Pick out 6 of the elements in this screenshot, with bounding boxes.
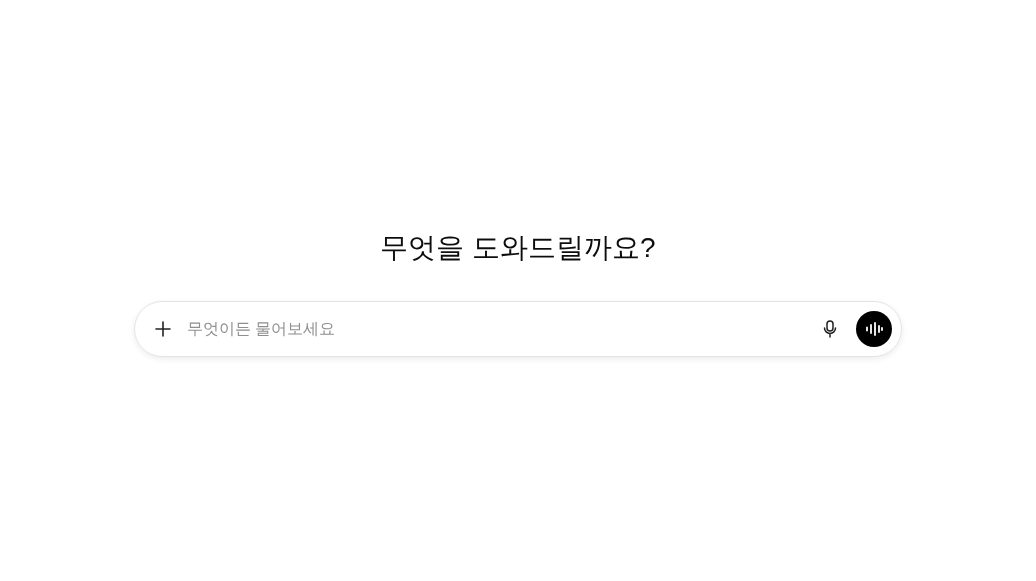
microphone-icon <box>823 319 837 338</box>
voice-mode-button[interactable] <box>856 310 892 347</box>
heading: 무엇을 도와드릴까요? <box>380 230 656 265</box>
plus-icon <box>155 320 171 337</box>
sound-wave-icon <box>865 321 883 336</box>
message-input-field[interactable]: 무엇이든 물어보세요 <box>185 312 808 345</box>
